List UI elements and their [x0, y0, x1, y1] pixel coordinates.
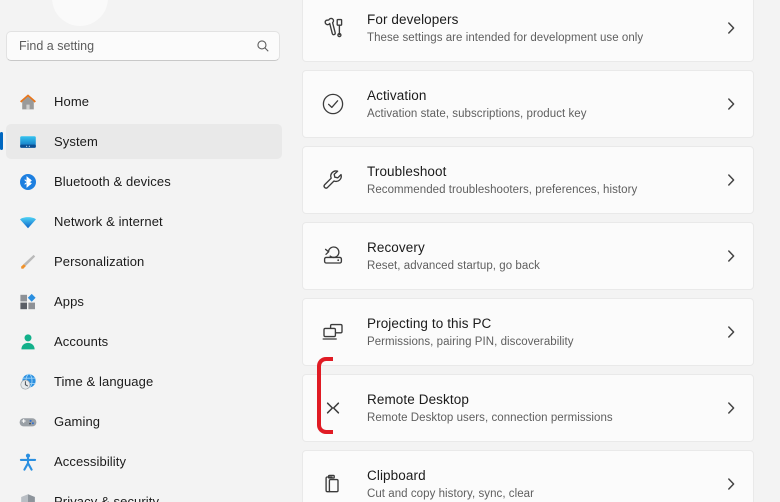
card-subtitle: Recommended troubleshooters, preferences…	[367, 183, 638, 196]
card-subtitle: Reset, advanced startup, go back	[367, 259, 540, 272]
card-title: For developers	[367, 11, 459, 27]
settings-card-remote-desktop[interactable]: Remote Desktop Remote Desktop users, con…	[302, 374, 754, 442]
gamepad-icon	[18, 412, 38, 432]
chevron-right-icon[interactable]	[723, 172, 739, 188]
paintbrush-icon	[18, 252, 38, 272]
search-icon[interactable]	[256, 39, 270, 53]
card-title: Recovery	[367, 239, 425, 255]
card-text: Troubleshoot Recommended troubleshooters…	[367, 163, 723, 198]
card-text: Recovery Reset, advanced startup, go bac…	[367, 239, 723, 274]
settings-card-list: For developers These settings are intend…	[302, 0, 754, 502]
settings-card-projecting-to-this-pc[interactable]: Projecting to this PC Permissions, pairi…	[302, 298, 754, 366]
card-subtitle: Activation state, subscriptions, product…	[367, 107, 587, 120]
chevron-right-icon[interactable]	[723, 248, 739, 264]
bluetooth-icon	[18, 172, 38, 192]
accessibility-icon	[18, 452, 38, 472]
sidebar-item-accessibility[interactable]: Accessibility	[6, 444, 282, 479]
recovery-icon	[319, 242, 347, 270]
card-text: Projecting to this PC Permissions, pairi…	[367, 315, 723, 350]
wrench-screwdriver-icon	[319, 14, 347, 42]
sidebar-item-label: Bluetooth & devices	[54, 174, 171, 189]
settings-card-clipboard[interactable]: Clipboard Cut and copy history, sync, cl…	[302, 450, 754, 502]
sidebar-item-label: Accessibility	[54, 454, 127, 469]
system-icon	[18, 132, 38, 152]
person-icon	[18, 332, 38, 352]
remote-desktop-icon	[319, 394, 347, 422]
settings-window: Home System	[0, 0, 780, 502]
shield-icon	[18, 492, 38, 502]
sidebar: Home System	[0, 0, 300, 502]
sidebar-item-apps[interactable]: Apps	[6, 284, 282, 319]
home-icon	[18, 92, 38, 112]
network-icon	[18, 212, 38, 232]
chevron-right-icon[interactable]	[723, 324, 739, 340]
sidebar-item-label: Apps	[54, 294, 85, 309]
settings-card-troubleshoot[interactable]: Troubleshoot Recommended troubleshooters…	[302, 146, 754, 214]
sidebar-item-label: Accounts	[54, 334, 109, 349]
sidebar-item-label: System	[54, 134, 98, 149]
card-text: Remote Desktop Remote Desktop users, con…	[367, 391, 723, 426]
settings-card-activation[interactable]: Activation Activation state, subscriptio…	[302, 70, 754, 138]
chevron-right-icon[interactable]	[723, 400, 739, 416]
sidebar-item-personalization[interactable]: Personalization	[6, 244, 282, 279]
sidebar-item-gaming[interactable]: Gaming	[6, 404, 282, 439]
chevron-right-icon[interactable]	[723, 476, 739, 492]
card-title: Projecting to this PC	[367, 315, 492, 331]
search-input[interactable]	[19, 39, 256, 53]
settings-card-recovery[interactable]: Recovery Reset, advanced startup, go bac…	[302, 222, 754, 290]
clock-globe-icon	[18, 372, 38, 392]
chevron-right-icon[interactable]	[723, 20, 739, 36]
apps-icon	[18, 292, 38, 312]
card-subtitle: Remote Desktop users, connection permiss…	[367, 411, 613, 424]
clipboard-icon	[319, 470, 347, 498]
sidebar-item-home[interactable]: Home	[6, 84, 282, 119]
sidebar-item-label: Personalization	[54, 254, 145, 269]
sidebar-item-privacy-security[interactable]: Privacy & security	[6, 484, 282, 502]
projecting-icon	[319, 318, 347, 346]
card-text: For developers These settings are intend…	[367, 11, 723, 46]
sidebar-item-network-internet[interactable]: Network & internet	[6, 204, 282, 239]
card-title: Troubleshoot	[367, 163, 447, 179]
sidebar-item-label: Home	[54, 94, 90, 109]
card-subtitle: Cut and copy history, sync, clear	[367, 487, 534, 500]
card-subtitle: These settings are intended for developm…	[367, 31, 644, 44]
card-title: Activation	[367, 87, 427, 103]
sidebar-item-label: Network & internet	[54, 214, 163, 229]
settings-card-for-developers[interactable]: For developers These settings are intend…	[302, 0, 754, 62]
sidebar-item-label: Gaming	[54, 414, 101, 429]
card-subtitle: Permissions, pairing PIN, discoverabilit…	[367, 335, 574, 348]
card-text: Activation Activation state, subscriptio…	[367, 87, 723, 122]
sidebar-item-label: Privacy & security	[54, 494, 160, 502]
card-title: Clipboard	[367, 467, 426, 483]
sidebar-item-label: Time & language	[54, 374, 154, 389]
card-text: Clipboard Cut and copy history, sync, cl…	[367, 467, 723, 502]
sidebar-item-time-language[interactable]: Time & language	[6, 364, 282, 399]
main-content: For developers These settings are intend…	[300, 0, 780, 502]
wrench-icon	[319, 166, 347, 194]
chevron-right-icon[interactable]	[723, 96, 739, 112]
sidebar-nav: Home System Bluetooth & devices Network …	[0, 84, 282, 502]
sidebar-item-bluetooth-devices[interactable]: Bluetooth & devices	[6, 164, 282, 199]
card-title: Remote Desktop	[367, 391, 469, 407]
search-box[interactable]	[6, 31, 280, 61]
check-circle-icon	[319, 90, 347, 118]
sidebar-item-system[interactable]: System	[0, 124, 282, 159]
avatar[interactable]	[52, 0, 108, 26]
sidebar-item-accounts[interactable]: Accounts	[6, 324, 282, 359]
